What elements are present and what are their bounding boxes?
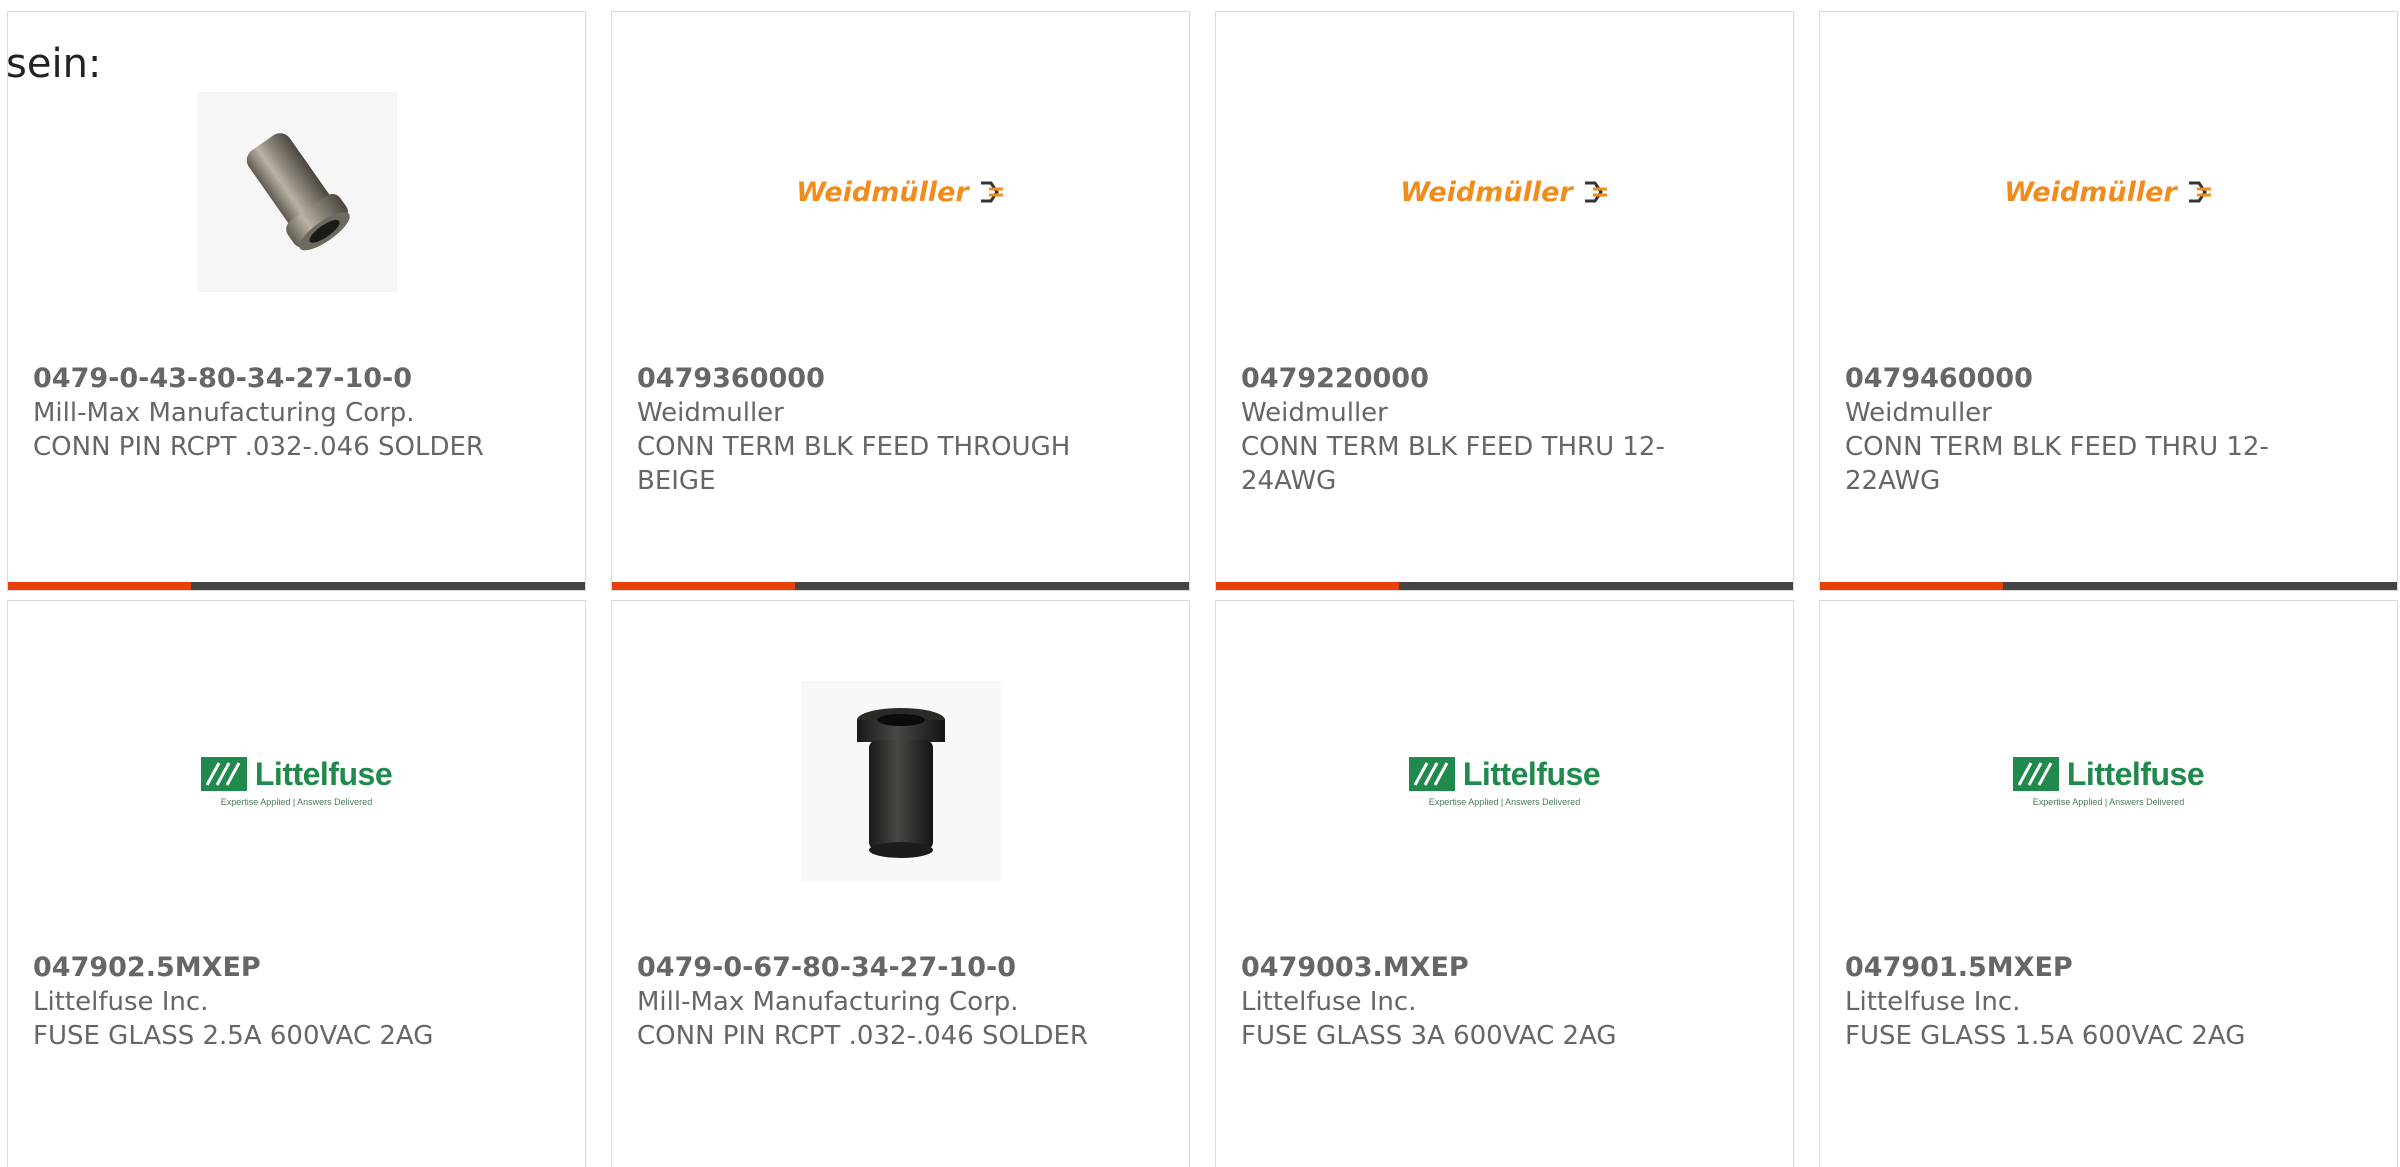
littelfuse-mark-icon <box>1408 757 1455 791</box>
card-bar-accent <box>612 582 795 590</box>
description: CONN PIN RCPT .032-.046 SOLDER <box>637 1021 1088 1051</box>
product-info: 0479-0-67-80-34-27-10-0 Mill-Max Manufac… <box>637 951 1107 1053</box>
card-bar <box>8 582 585 590</box>
part-number-link[interactable]: 0479220000 <box>1241 362 1711 396</box>
weidmuller-mark-icon <box>980 181 1003 203</box>
weidmuller-logo: Weidmüller <box>796 177 1004 208</box>
silver-pin-icon <box>246 133 350 251</box>
product-info: 047902.5MXEP Littelfuse Inc. FUSE GLASS … <box>33 951 503 1053</box>
product-image-area: Weidmüller <box>1216 82 1793 302</box>
littelfuse-mark-icon <box>200 757 247 791</box>
manufacturer: Weidmuller <box>1241 398 1388 428</box>
manufacturer: Littelfuse Inc. <box>1241 987 1417 1017</box>
product-card[interactable]: 0479-0-43-80-34-27-10-0 Mill-Max Manufac… <box>7 11 586 591</box>
product-card[interactable]: 0479-0-67-80-34-27-10-0 Mill-Max Manufac… <box>611 600 1190 1167</box>
product-image-area <box>8 82 585 302</box>
littelfuse-tagline: Expertise Applied | Answers Delivered <box>1428 796 1581 807</box>
weidmuller-logo-text: Weidmüller <box>1400 176 1573 208</box>
product-image-area: Littelfuse Expertise Applied | Answers D… <box>1820 671 2397 891</box>
littelfuse-logo: Littelfuse Expertise Applied | Answers D… <box>1408 755 1601 807</box>
part-number-link[interactable]: 047901.5MXEP <box>1845 951 2315 985</box>
part-number-link[interactable]: 0479003.MXEP <box>1241 951 1711 985</box>
littelfuse-logo-text: Littelfuse <box>1462 755 1601 792</box>
description: CONN TERM BLK FEED THRU 12-24AWG <box>1241 432 1665 496</box>
product-info: 047901.5MXEP Littelfuse Inc. FUSE GLASS … <box>1845 951 2315 1053</box>
part-number-link[interactable]: 0479-0-67-80-34-27-10-0 <box>637 951 1107 985</box>
littelfuse-logo: Littelfuse Expertise Applied | Answers D… <box>2012 755 2205 807</box>
description: CONN PIN RCPT .032-.046 SOLDER <box>33 432 484 462</box>
part-number-link[interactable]: 047902.5MXEP <box>33 951 503 985</box>
manufacturer: Littelfuse Inc. <box>33 987 209 1017</box>
prefix-text: sein: <box>6 41 102 87</box>
manufacturer: Mill-Max Manufacturing Corp. <box>33 398 415 428</box>
product-image-area: Littelfuse Expertise Applied | Answers D… <box>1216 671 1793 891</box>
weidmuller-logo-text: Weidmüller <box>2004 176 2177 208</box>
description: FUSE GLASS 1.5A 600VAC 2AG <box>1845 1021 2246 1051</box>
littelfuse-logo-text: Littelfuse <box>2066 755 2205 792</box>
product-image-area: Littelfuse Expertise Applied | Answers D… <box>8 671 585 891</box>
description: CONN TERM BLK FEED THRU 12-22AWG <box>1845 432 2269 496</box>
weidmuller-logo: Weidmüller <box>1400 177 1608 208</box>
weidmuller-logo-text: Weidmüller <box>796 176 969 208</box>
product-image-area <box>612 671 1189 891</box>
product-card[interactable]: Weidmüller 0479360000 Weidmuller CONN TE… <box>611 11 1190 591</box>
product-card[interactable]: Weidmüller 0479220000 Weidmuller CONN TE… <box>1215 11 1794 591</box>
product-card[interactable]: Weidmüller 0479460000 Weidmuller CONN TE… <box>1819 11 2398 591</box>
part-number-link[interactable]: 0479460000 <box>1845 362 2315 396</box>
weidmuller-mark-icon <box>1584 181 1607 203</box>
part-number-link[interactable]: 0479-0-43-80-34-27-10-0 <box>33 362 503 396</box>
littelfuse-tagline: Expertise Applied | Answers Delivered <box>2032 796 2185 807</box>
product-info: 0479220000 Weidmuller CONN TERM BLK FEED… <box>1241 362 1711 498</box>
littelfuse-logo-text: Littelfuse <box>254 755 393 792</box>
product-card[interactable]: Littelfuse Expertise Applied | Answers D… <box>1215 600 1794 1167</box>
product-info: 0479460000 Weidmuller CONN TERM BLK FEED… <box>1845 362 2315 498</box>
card-bar <box>1820 582 2397 590</box>
black-pin-icon <box>856 708 945 858</box>
littelfuse-mark-icon <box>2012 757 2059 791</box>
card-bar-accent <box>1820 582 2003 590</box>
product-image-area: Weidmüller <box>612 82 1189 302</box>
manufacturer: Weidmuller <box>637 398 784 428</box>
manufacturer: Weidmuller <box>1845 398 1992 428</box>
product-grid-page: sein: 0479-0-43-80-34-27-10-0 Mill-Max M… <box>0 0 2400 1167</box>
card-bar <box>1216 582 1793 590</box>
manufacturer: Littelfuse Inc. <box>1845 987 2021 1017</box>
product-info: 0479003.MXEP Littelfuse Inc. FUSE GLASS … <box>1241 951 1711 1053</box>
littelfuse-tagline: Expertise Applied | Answers Delivered <box>220 796 373 807</box>
card-bar <box>612 582 1189 590</box>
part-number-link[interactable]: 0479360000 <box>637 362 1107 396</box>
description: CONN TERM BLK FEED THROUGH BEIGE <box>637 432 1071 496</box>
product-info: 0479-0-43-80-34-27-10-0 Mill-Max Manufac… <box>33 362 503 464</box>
description: FUSE GLASS 2.5A 600VAC 2AG <box>33 1021 434 1051</box>
card-bar-accent <box>1216 582 1399 590</box>
product-image-area: Weidmüller <box>1820 82 2397 302</box>
card-bar-accent <box>8 582 191 590</box>
weidmuller-logo: Weidmüller <box>2004 177 2212 208</box>
product-info: 0479360000 Weidmuller CONN TERM BLK FEED… <box>637 362 1107 498</box>
product-photo <box>196 92 397 292</box>
description: FUSE GLASS 3A 600VAC 2AG <box>1241 1021 1617 1051</box>
product-photo <box>800 681 1001 881</box>
product-card[interactable]: Littelfuse Expertise Applied | Answers D… <box>7 600 586 1167</box>
product-card[interactable]: Littelfuse Expertise Applied | Answers D… <box>1819 600 2398 1167</box>
weidmuller-mark-icon <box>2188 181 2211 203</box>
manufacturer: Mill-Max Manufacturing Corp. <box>637 987 1019 1017</box>
littelfuse-logo: Littelfuse Expertise Applied | Answers D… <box>200 755 393 807</box>
